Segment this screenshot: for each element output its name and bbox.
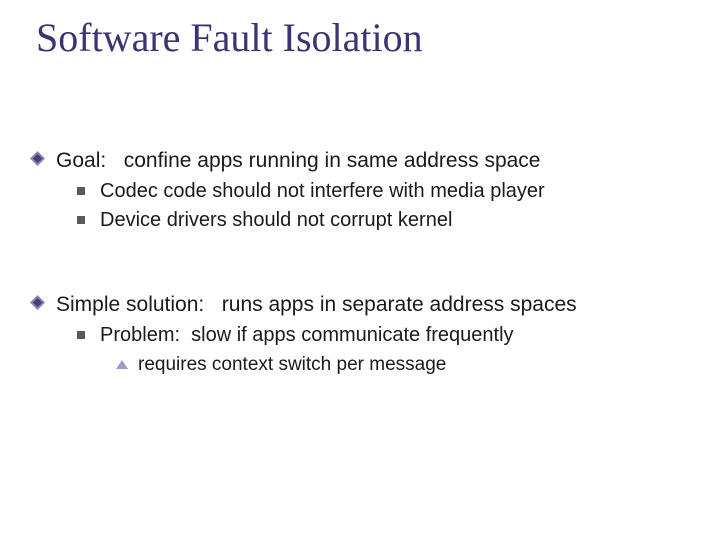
bullet-problem: Problem: slow if apps communicate freque… (30, 323, 680, 349)
problem-detail: requires context switch per message (138, 354, 446, 375)
problem-label: Problem: (100, 324, 180, 346)
solution-label: Simple solution: (56, 293, 204, 316)
diamond-icon (30, 295, 45, 310)
slide-body: Goal: confine apps running in same addre… (30, 148, 680, 381)
spacer (30, 238, 680, 292)
bullet-goal: Goal: confine apps running in same addre… (30, 148, 680, 175)
square-icon (77, 331, 85, 339)
square-icon (77, 216, 85, 224)
slide-title: Software Fault Isolation (36, 14, 423, 61)
bullet-solution: Simple solution: runs apps in separate a… (30, 292, 680, 319)
diamond-icon (30, 151, 45, 166)
solution-text: runs apps in separate address spaces (222, 293, 577, 316)
square-icon (77, 187, 85, 195)
slide: Software Fault Isolation Goal: confine a… (0, 0, 720, 540)
goal-sub-0: Codec code should not interfere with med… (100, 180, 545, 202)
goal-label: Goal: (56, 149, 106, 172)
triangle-icon (116, 360, 128, 369)
goal-sub-1: Device drivers should not corrupt kernel (100, 209, 452, 231)
problem-text: slow if apps communicate frequently (191, 324, 513, 346)
goal-text: confine apps running in same address spa… (124, 149, 541, 172)
bullet-goal-sub-0: Codec code should not interfere with med… (30, 179, 680, 205)
bullet-goal-sub-1: Device drivers should not corrupt kernel (30, 208, 680, 234)
bullet-problem-detail: requires context switch per message (30, 353, 680, 377)
